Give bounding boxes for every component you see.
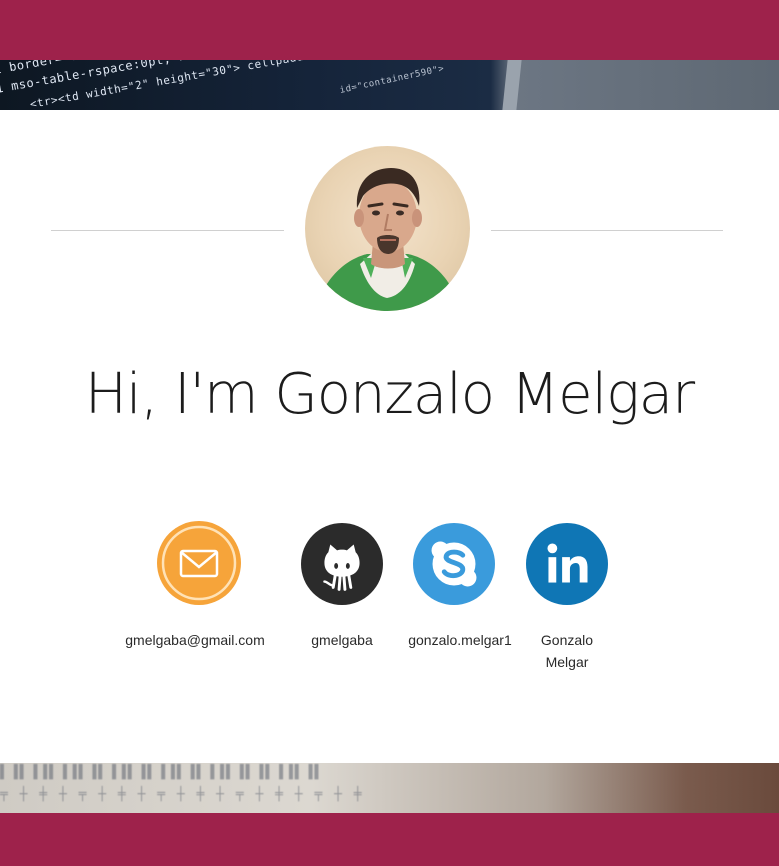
contact-github[interactable]: gmelgaba	[300, 521, 384, 681]
contact-skype-label: gonzalo.melgar1	[408, 632, 512, 648]
contact-email-label: gmelgaba@gmail.com	[125, 632, 265, 648]
monitor-edge	[502, 60, 522, 110]
github-icon	[301, 523, 385, 607]
top-accent-bar	[0, 0, 779, 60]
paper-texture-line: ╤ ┼ ╪ ┼ ╤ ┼ ╪ ┼ ╤ ┼ ╪ ┼ ╤ ┼ ╪ ┼ ╤ ┼ ╪	[0, 787, 364, 802]
contact-linkedin-label: Gonzalo Melgar	[540, 632, 594, 670]
code-banner-image: i border="0" cellpadding="0" cellspacing…	[0, 60, 779, 110]
contact-email[interactable]: gmelgaba@gmail.com	[124, 521, 266, 681]
paper-banner-image: ▌▐▌▐▐▌▐▐▌▐▌▐▐▌▐▌▐▐▌▐▌▐▐▌▐▌▐▌▐▐▌▐▌ ╤ ┼ ╪ …	[0, 763, 779, 813]
portrait-illustration	[315, 168, 461, 311]
contact-github-label: gmelgaba	[311, 632, 373, 648]
bottom-accent-bar	[0, 813, 779, 866]
profile-avatar	[305, 146, 470, 311]
envelope-icon	[157, 521, 241, 605]
page-title: Hi, I'm Gonzalo Melgar	[84, 362, 695, 427]
paper-texture-line: ▌▐▌▐▐▌▐▐▌▐▌▐▐▌▐▌▐▐▌▐▌▐▐▌▐▌▐▌▐▐▌▐▌	[0, 765, 325, 780]
contact-skype[interactable]: gonzalo.melgar1	[406, 521, 514, 681]
right-divider	[491, 230, 723, 231]
left-divider	[51, 230, 284, 231]
skype-icon	[413, 523, 497, 607]
contact-linkedin[interactable]: Gonzalo Melgar	[526, 521, 608, 681]
linkedin-icon	[526, 523, 610, 607]
banner-code-line: id="container590">	[338, 63, 446, 96]
